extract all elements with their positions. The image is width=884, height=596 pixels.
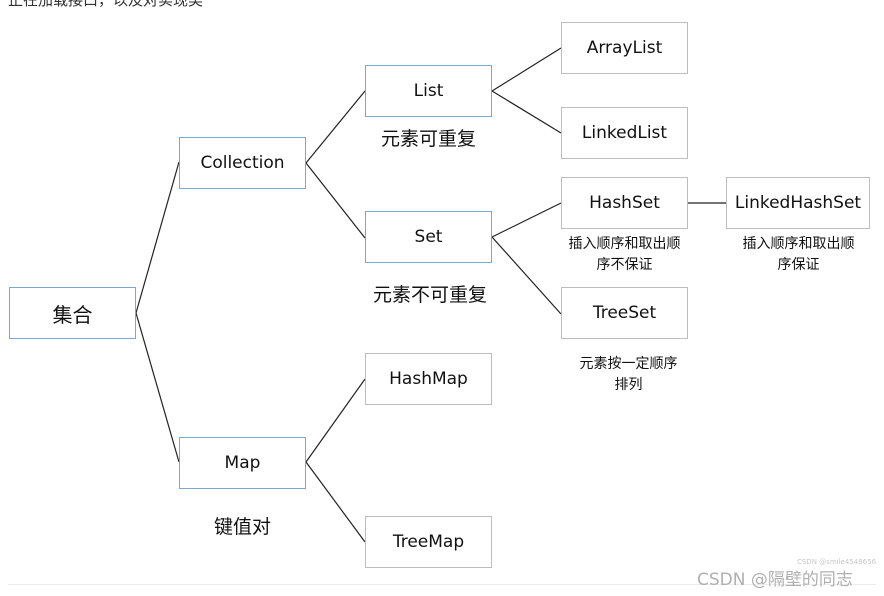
- node-root: 集合: [9, 287, 136, 339]
- annotation-map: 键值对: [213, 516, 271, 538]
- node-map: Map: [179, 437, 306, 489]
- node-treemap: TreeMap: [365, 516, 492, 568]
- node-collection: Collection: [179, 137, 306, 189]
- annotation-treeset-line1: 元素按一定顺序: [579, 356, 678, 372]
- node-linkedlist: LinkedList: [561, 107, 688, 159]
- annotation-hashset-line2: 序不保证: [596, 257, 653, 273]
- edge-set-hashset: [491, 202, 562, 238]
- edge-root-map: [135, 312, 180, 463]
- node-hashmap: HashMap: [365, 353, 492, 405]
- watermark-big: CSDN @隔壁的同志: [697, 570, 853, 590]
- edge-list-linkedlist: [491, 90, 562, 134]
- edge-map-treemap: [305, 461, 366, 543]
- edge-map-hashmap: [305, 378, 366, 463]
- node-set: Set: [365, 211, 492, 263]
- annotation-hashset-line1: 插入顺序和取出顺: [568, 236, 681, 252]
- node-hashset: HashSet: [561, 177, 688, 229]
- node-list: List: [365, 65, 492, 117]
- annotation-set: 元素不可重复: [372, 284, 487, 306]
- edge-root-collection: [135, 161, 180, 314]
- node-linkedhashset: LinkedHashSet: [726, 177, 870, 229]
- node-treeset: TreeSet: [561, 287, 688, 339]
- edge-collection-set: [305, 162, 366, 239]
- node-arraylist: ArrayList: [561, 22, 688, 74]
- edge-collection-list: [305, 90, 366, 164]
- annotation-hashset: 插入顺序和取出顺 序不保证: [551, 234, 698, 276]
- annotation-linkedhashset-line2: 序保证: [777, 257, 820, 273]
- annotation-treeset: 元素按一定顺序 排列: [555, 354, 702, 396]
- annotation-linkedhashset: 插入顺序和取出顺 序保证: [725, 234, 872, 276]
- annotation-list: 元素可重复: [380, 128, 476, 150]
- annotation-linkedhashset-line1: 插入顺序和取出顺: [742, 236, 855, 252]
- edge-list-arraylist: [491, 47, 562, 92]
- annotation-treeset-line2: 排列: [614, 377, 643, 393]
